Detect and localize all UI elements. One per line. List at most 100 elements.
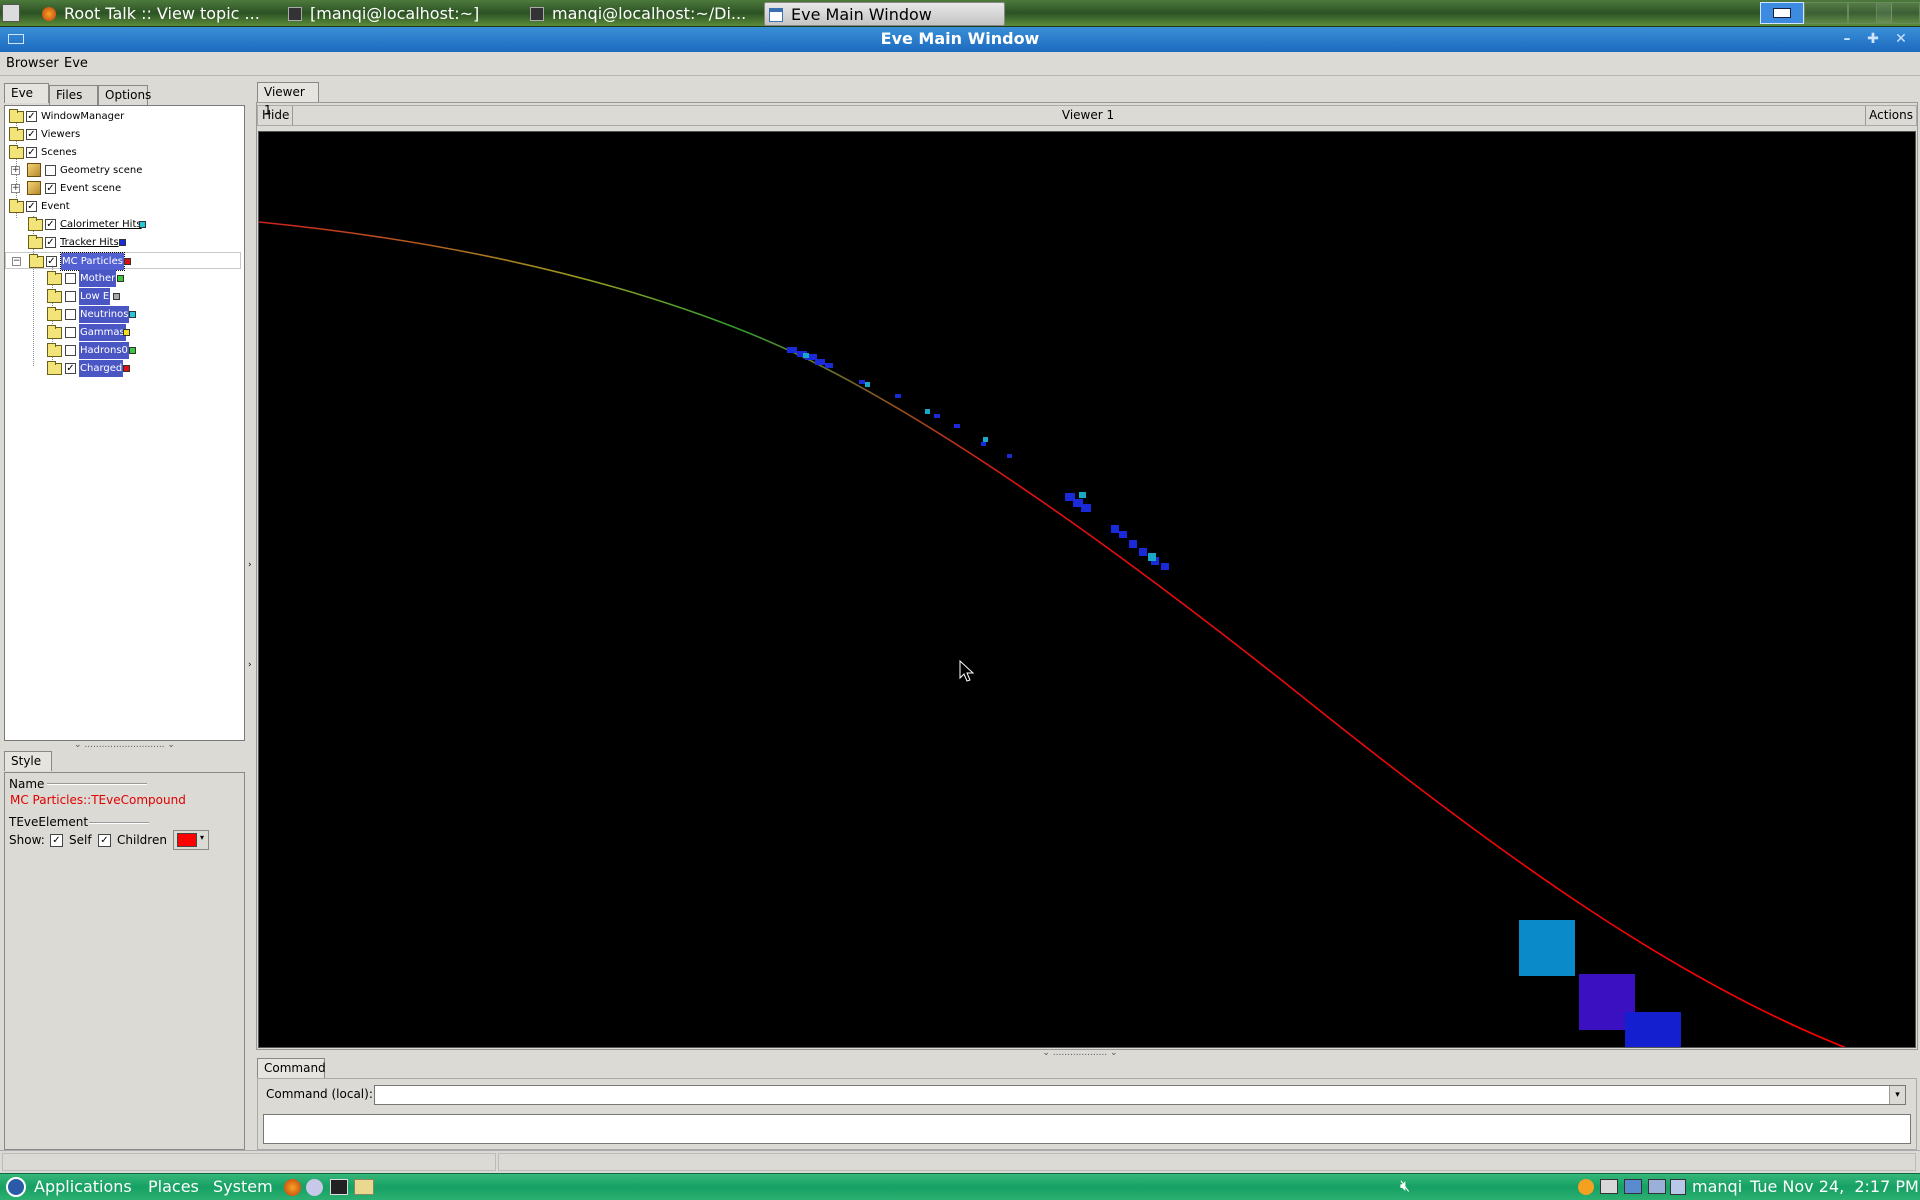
dropdown-arrow-icon[interactable]: ▾ [1889, 1086, 1905, 1104]
firefox-launcher-icon[interactable] [284, 1179, 301, 1196]
tab-viewer-1[interactable]: Viewer 1 [257, 82, 319, 117]
mc-particle-track [259, 221, 1847, 1047]
network-icon[interactable] [1648, 1179, 1666, 1194]
visibility-checkbox[interactable]: ✓ [45, 237, 56, 248]
tree-item-charged[interactable]: ✓ Charged [5, 360, 241, 377]
folder-icon [47, 361, 62, 375]
workspace-1[interactable] [1760, 2, 1804, 24]
collapse-icon[interactable]: − [12, 257, 21, 266]
expand-icon[interactable]: + [11, 184, 20, 193]
menu-places[interactable]: Places [148, 1177, 199, 1197]
visibility-checkbox[interactable]: ✓ [26, 129, 37, 140]
tab-eve[interactable]: Eve [4, 83, 49, 103]
tab-command[interactable]: Command [257, 1058, 326, 1078]
clock[interactable]: Tue Nov 24, 2:17 PM [1750, 1177, 1919, 1197]
tree-item-event-scene[interactable]: + ✓ Event scene [5, 180, 241, 197]
tracker-hit [981, 442, 986, 446]
children-label: Children [117, 833, 167, 847]
eve-tree[interactable]: ✓ WindowManager ✓ Viewers ✓ Scenes + Geo… [4, 105, 245, 741]
tree-item-gammas[interactable]: Gammas [5, 324, 241, 341]
visibility-checkbox[interactable]: ✓ [65, 363, 76, 374]
task-terminal-2[interactable]: manqi@localhost:~/Di... [526, 2, 762, 26]
tree-item-windowmanager[interactable]: ✓ WindowManager [5, 108, 241, 125]
visibility-checkbox[interactable]: ✓ [26, 201, 37, 212]
tracker-hit [1111, 525, 1119, 533]
notes-launcher-icon[interactable] [354, 1179, 374, 1195]
menu-browser[interactable]: Browser [3, 56, 62, 71]
calo-hit [803, 353, 809, 358]
tree-item-calorimeter-hits[interactable]: ✓ Calorimeter Hits [5, 216, 241, 233]
fedora-logo-icon[interactable] [6, 1177, 26, 1197]
tree-item-scenes[interactable]: ✓ Scenes [5, 144, 241, 161]
self-label: Self [69, 833, 92, 847]
tree-item-hadrons0[interactable]: Hadrons0 [5, 342, 241, 359]
color-swatch [123, 329, 130, 336]
show-self-checkbox[interactable]: ✓ [50, 834, 63, 847]
workspace-2[interactable] [1804, 2, 1848, 24]
terminal-launcher-icon[interactable] [330, 1179, 348, 1195]
volume-muted-icon[interactable]: 🔇︎ [1400, 1176, 1410, 1196]
tree-item-tracker-hits[interactable]: ✓ Tracker Hits [5, 234, 241, 251]
task-label: Eve Main Window [791, 5, 932, 24]
tree-item-mc-particles[interactable]: − ✓ MC Particles [5, 252, 241, 271]
tree-item-low-e[interactable]: Low E [5, 288, 241, 305]
workspace-4[interactable] [1876, 2, 1920, 24]
folder-open-icon [9, 145, 24, 159]
visibility-checkbox[interactable]: ✓ [46, 256, 57, 267]
visibility-checkbox[interactable] [65, 273, 76, 284]
tree-item-event[interactable]: ✓ Event [5, 198, 241, 215]
visibility-checkbox[interactable] [65, 345, 76, 356]
minimize-icon[interactable]: – [1838, 31, 1856, 47]
mail-launcher-icon[interactable] [306, 1179, 323, 1196]
event-display [259, 221, 1847, 1047]
visibility-checkbox[interactable] [45, 165, 56, 176]
task-terminal-1[interactable]: [manqi@localhost:~] [284, 2, 520, 26]
show-children-checkbox[interactable]: ✓ [98, 834, 111, 847]
display-icon[interactable] [1624, 1179, 1642, 1194]
tab-style[interactable]: Style [4, 751, 52, 771]
panel-splitter[interactable]: › › [246, 76, 256, 1151]
actions-button[interactable]: Actions [1865, 106, 1916, 125]
menu-system[interactable]: System [213, 1177, 273, 1197]
task-eve-main-window[interactable]: Eve Main Window [764, 2, 1005, 26]
weather-icon[interactable] [1578, 1179, 1594, 1195]
visibility-checkbox[interactable]: ✓ [45, 183, 56, 194]
tracker-hit [1139, 548, 1147, 556]
viewer-command-splitter[interactable]: ⌄ ................... ⌄ [1020, 1048, 1140, 1058]
menu-applications[interactable]: Applications [34, 1177, 132, 1197]
window-menu-icon[interactable] [8, 34, 24, 44]
tree-item-mother[interactable]: Mother [5, 270, 241, 287]
close-icon[interactable]: ✕ [1892, 31, 1910, 47]
visibility-checkbox[interactable]: ✓ [45, 219, 56, 230]
user-name[interactable]: manqi [1692, 1177, 1742, 1197]
visibility-checkbox[interactable] [65, 309, 76, 320]
tree-style-splitter[interactable]: ⌄ ............................ ⌄ [4, 740, 245, 750]
color-swatch [119, 239, 126, 246]
visibility-checkbox[interactable]: ✓ [26, 147, 37, 158]
tree-label: Gammas [79, 324, 126, 341]
terminal-icon [530, 7, 544, 21]
network-icon[interactable] [1600, 1179, 1618, 1194]
window-menu-icon[interactable] [2, 4, 20, 22]
firefox-icon [42, 7, 56, 21]
tab-options[interactable]: Options [98, 85, 151, 105]
task-root-talk[interactable]: Root Talk :: View topic ... [38, 2, 274, 26]
tree-item-neutrinos[interactable]: Neutrinos [5, 306, 241, 323]
expand-icon[interactable]: + [11, 166, 20, 175]
scene-icon [27, 181, 41, 195]
tree-item-geometry-scene[interactable]: + Geometry scene [5, 162, 241, 179]
tab-files[interactable]: Files [49, 85, 98, 105]
visibility-checkbox[interactable]: ✓ [26, 111, 37, 122]
gl-viewer[interactable] [258, 131, 1916, 1048]
user-settings-icon[interactable] [1670, 1179, 1686, 1195]
tree-item-viewers[interactable]: ✓ Viewers [5, 126, 241, 143]
color-swatch [124, 258, 131, 265]
command-output[interactable] [263, 1114, 1911, 1144]
maximize-icon[interactable]: ✚ [1864, 31, 1882, 47]
color-select-button[interactable]: ▾ [173, 830, 209, 850]
visibility-checkbox[interactable] [65, 327, 76, 338]
menu-eve[interactable]: Eve [61, 56, 91, 71]
command-input[interactable]: ▾ [374, 1085, 1906, 1105]
visibility-checkbox[interactable] [65, 291, 76, 302]
scene-icon [27, 163, 41, 177]
